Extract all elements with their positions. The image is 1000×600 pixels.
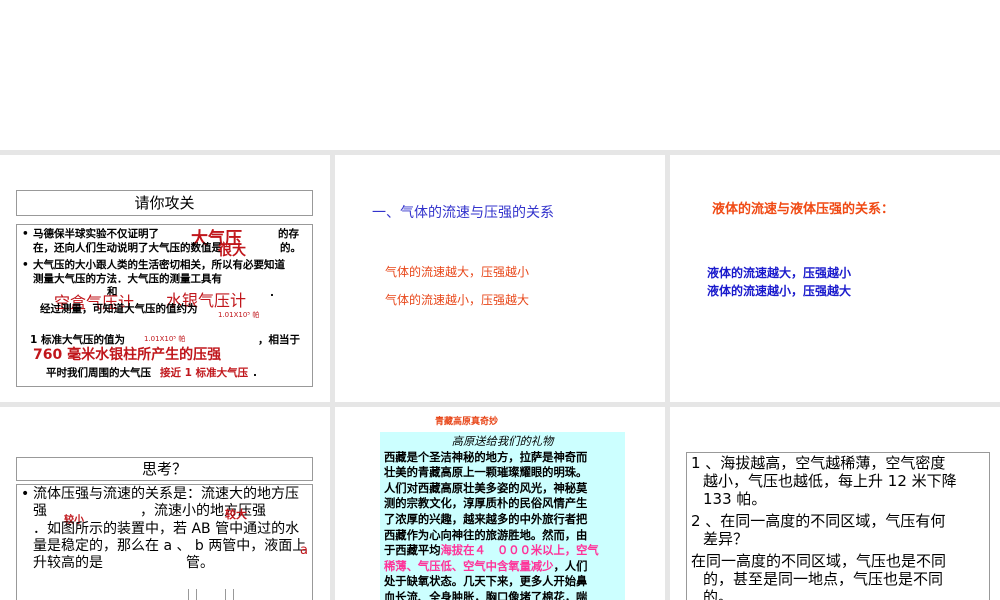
text: 处于缺氧状态。几天下来，更多人开始鼻 bbox=[384, 574, 588, 589]
text: 在同一高度的不同区域，气压也是不同 bbox=[691, 552, 947, 570]
text: ，人们 bbox=[553, 558, 588, 573]
answer: 接近 1 标准大气压 bbox=[160, 367, 249, 379]
answer: 很大 bbox=[218, 243, 246, 259]
text: 人们对西藏高原壮美多姿的风光，神秘莫 bbox=[384, 480, 588, 495]
highlight-text: 稀薄、气压低、空气中含氧量减少 bbox=[384, 558, 554, 573]
answer: a bbox=[300, 543, 308, 558]
text: . bbox=[270, 287, 274, 299]
slide-thumbnail-3[interactable]: 液体的流速与液体压强的关系： 液体的流速越大，压强越小 液体的流速越小，压强越大 bbox=[670, 155, 1000, 402]
text: 的，甚至是同一地点，气压也是不同 bbox=[703, 570, 944, 588]
text: . bbox=[253, 367, 257, 379]
text: 液体的流速越小，压强越大 bbox=[707, 284, 852, 298]
tube-b-diagram bbox=[233, 589, 234, 600]
answer: 1.01X10⁵ 帕 bbox=[144, 335, 186, 343]
text: 强 bbox=[33, 503, 47, 519]
slide-thumbnail-1[interactable]: 请你攻关 • 马德保半球实验不仅证明了 大气压 的存 在，还向人们生动说明了大气… bbox=[0, 155, 330, 402]
text: 越小，气压也越低，每上升 12 米下降 bbox=[703, 472, 957, 490]
text: 测的宗教文化，淳厚质朴的民俗风情产生 bbox=[384, 496, 588, 511]
text: 气体的流速越大，压强越小 bbox=[385, 265, 530, 279]
tube-a-diagram bbox=[196, 589, 197, 600]
text: 经过测量，可知道大气压的值约为 bbox=[40, 303, 198, 315]
text: 马德保半球实验不仅证明了 bbox=[33, 228, 159, 240]
slide-thumbnail-5[interactable]: 青藏高原真奇妙 高原送给我们的礼物 西藏是个圣洁神秘的地方，拉萨是神奇而 壮美的… bbox=[335, 407, 665, 600]
slide-heading: 青藏高原真奇妙 bbox=[435, 417, 499, 427]
slide-thumbnail-6[interactable]: 1 、海拔越高，空气越稀薄，空气密度 越小，气压也越低，每上升 12 米下降 1… bbox=[670, 407, 1000, 600]
text: 差异？ bbox=[703, 530, 749, 548]
text: 1 、海拔越高，空气越稀薄，空气密度 bbox=[691, 454, 946, 472]
text: 于西藏平均 bbox=[384, 543, 441, 558]
text: 的。 bbox=[703, 588, 734, 600]
text: ，相当于 bbox=[258, 334, 300, 346]
text: ，流速小的地方压强 bbox=[140, 503, 266, 519]
tube-b-diagram bbox=[225, 589, 226, 600]
answer: 760 毫米水银柱所产生的压强 bbox=[33, 347, 222, 363]
text: 液体的流速越大，压强越小 bbox=[707, 266, 852, 280]
text: 平时我们周围的大气压 bbox=[46, 367, 151, 379]
bullet: • bbox=[21, 486, 30, 502]
text: 升较高的是 bbox=[33, 555, 103, 571]
slide-title: 请你攻关 bbox=[16, 190, 313, 216]
text: 133 帕。 bbox=[703, 490, 767, 508]
slide-thumbnail-2[interactable]: 一、气体的流速与压强的关系 气体的流速越大，压强越小 气体的流速越小，压强越大 bbox=[335, 155, 665, 402]
text: 2 、在同一高度的不同区域，气压有何 bbox=[691, 512, 946, 530]
text: ．如图所示的装置中，若 AB 管中通过的水 bbox=[33, 521, 300, 537]
slide-heading: 液体的流速与液体压强的关系： bbox=[712, 202, 895, 217]
text: 血长流、全身肿胀，胸口像堵了棉花，喘 bbox=[384, 589, 588, 600]
bullet: • bbox=[22, 259, 29, 271]
tube-a-diagram bbox=[188, 589, 189, 600]
text: 壮美的青藏高原上一颗璀璨耀眼的明珠。 bbox=[384, 465, 588, 480]
text: 的。 bbox=[280, 242, 301, 254]
slide-heading: 一、气体的流速与压强的关系 bbox=[372, 205, 554, 221]
bullet: • bbox=[22, 228, 29, 240]
text: 管。 bbox=[186, 555, 214, 571]
text: 流体压强与流速的关系是：流速大的地方压 bbox=[33, 486, 299, 502]
answer: 较大 bbox=[225, 508, 247, 521]
article-title: 高原送给我们的礼物 bbox=[451, 435, 554, 448]
answer: 1.01X10⁵ 帕 bbox=[218, 311, 260, 319]
text: 气体的流速越小，压强越大 bbox=[385, 293, 530, 307]
text: 西藏作为心向神往的旅游胜地。然而，由 bbox=[384, 527, 588, 542]
text: 测量大气压的方法．大气压的测量工具有 bbox=[33, 273, 222, 285]
slide-title: 思考？ bbox=[16, 457, 313, 481]
text: 量是稳定的，那么在 a 、 b 两管中，液面上 bbox=[33, 538, 307, 554]
text: 大气压的大小跟人类的生活密切相关，所以有必要知道 bbox=[33, 259, 285, 271]
text: 在，还向人们生动说明了大气压的数值是 bbox=[33, 242, 222, 254]
article-box: 高原送给我们的礼物 西藏是个圣洁神秘的地方，拉萨是神奇而 壮美的青藏高原上一颗璀… bbox=[380, 432, 625, 600]
text: 的存 bbox=[278, 228, 299, 240]
highlight-text: 海拔在４ ０００米以上，空气 bbox=[440, 543, 599, 558]
slide-thumbnail-4[interactable]: 思考？ • 流体压强与流速的关系是：流速大的地方压 强 较小 ，流速小的地方压强… bbox=[0, 407, 330, 600]
text: 西藏是个圣洁神秘的地方，拉萨是神奇而 bbox=[384, 449, 588, 464]
text: 了浓厚的兴趣，越来越多的中外旅行者把 bbox=[384, 511, 588, 526]
